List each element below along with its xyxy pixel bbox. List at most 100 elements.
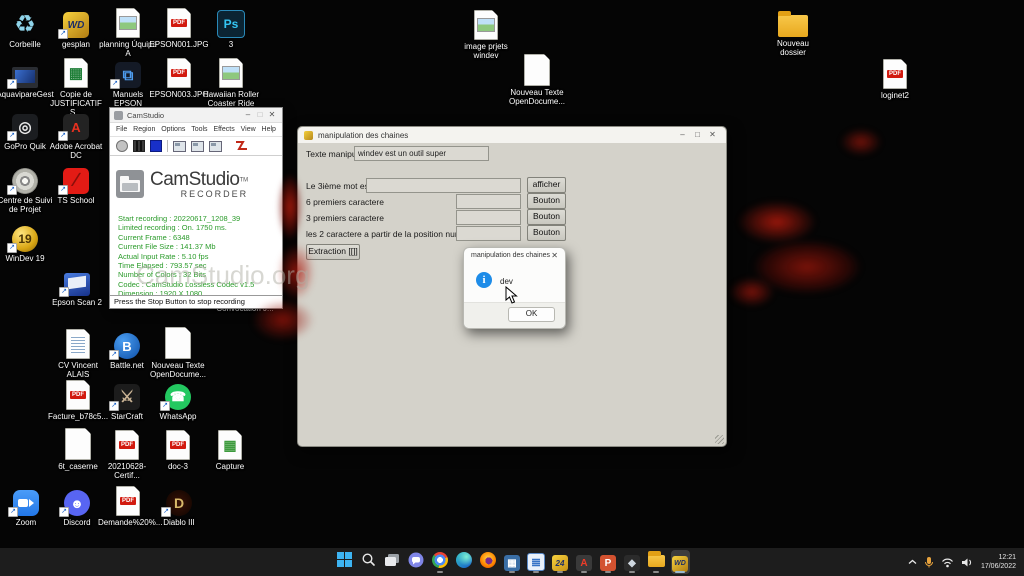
- desktop-icon-nouveau-texte-opendocume[interactable]: Nouveau Texte OpenDocume...: [507, 54, 567, 106]
- bouton-button-1[interactable]: Bouton: [527, 193, 566, 209]
- camstudio-app-icon: [114, 111, 123, 120]
- taskbar-chat-button[interactable]: [407, 550, 426, 574]
- stat-line: Actual Input Rate : 5.10 fps: [118, 252, 282, 261]
- taskbar-photos-button[interactable]: ◆: [623, 550, 642, 574]
- taskbar: ▦ ≣ 24 AP ◆ WD 12:21 17/06/2022: [0, 548, 1024, 576]
- windev-app-icon: WD: [46, 6, 106, 38]
- text-field-1[interactable]: [366, 178, 521, 193]
- close-icon[interactable]: ✕: [551, 251, 558, 260]
- maximize-button[interactable]: □: [254, 109, 266, 121]
- desktop-icon-windev-19[interactable]: 19WinDev 19: [0, 220, 55, 263]
- close-button[interactable]: ✕: [266, 109, 278, 121]
- camstudio-menubar: File Region Options Tools Effects View Help: [110, 123, 282, 137]
- annotation-icon[interactable]: [235, 140, 248, 153]
- close-button[interactable]: ✕: [705, 129, 720, 141]
- taskbar-start-button[interactable]: [335, 550, 354, 574]
- fullscreen-icon[interactable]: [209, 141, 222, 152]
- windev24-icon: 24: [552, 553, 568, 572]
- extraction-button[interactable]: Extraction [[]]: [306, 244, 360, 260]
- odt-doc-icon: [507, 54, 567, 86]
- taskbar-firefox-button[interactable]: [479, 550, 498, 574]
- desktop-icon-capture[interactable]: ▦Capture: [200, 428, 260, 471]
- minimize-button[interactable]: –: [242, 109, 254, 121]
- menu-file[interactable]: File: [116, 126, 127, 133]
- desktop-icon-3[interactable]: Ps 3: [201, 6, 261, 49]
- taskbar-search-button[interactable]: [359, 550, 378, 574]
- menu-view[interactable]: View: [241, 126, 256, 133]
- text-field-4[interactable]: [456, 226, 521, 241]
- menu-tools[interactable]: Tools: [191, 126, 207, 133]
- taskbar-clock[interactable]: 12:21 17/06/2022: [981, 553, 1016, 571]
- running-indicator: [629, 571, 635, 573]
- maximize-button[interactable]: □: [690, 129, 705, 141]
- desktop-icon-diablo-iii[interactable]: DDiablo III: [149, 484, 209, 527]
- photos-icon: ◆: [624, 553, 640, 572]
- microphone-in-use-icon[interactable]: [924, 556, 934, 568]
- taskbar-notepad-button[interactable]: ≣: [527, 550, 546, 574]
- photoshop-file-icon: Ps: [201, 6, 261, 38]
- scanner-icon: [47, 264, 107, 296]
- minimize-button[interactable]: –: [675, 129, 690, 141]
- desktop-icon-doc-3[interactable]: PDFdoc-3: [148, 428, 208, 471]
- pdf-file-icon: PDF: [148, 428, 208, 460]
- bouton-button-2[interactable]: Bouton: [527, 209, 566, 225]
- desktop-icon-whatsapp[interactable]: ☎WhatsApp: [148, 378, 208, 421]
- desktop-icon-epson001-jpg[interactable]: PDFEPSON001.JPG: [149, 6, 209, 49]
- taskbar-edge-button[interactable]: [455, 550, 474, 574]
- desktop-icon-nouveau-dossier[interactable]: Nouveau dossier: [763, 5, 823, 57]
- taskbar-explorer-button[interactable]: [647, 550, 666, 574]
- desktop-icon-label: Diablo III: [149, 518, 209, 527]
- taskbar-windev24-button[interactable]: 24: [551, 550, 570, 574]
- record-icon[interactable]: [116, 140, 128, 152]
- desktop-icon-adobe-acrobat-dc[interactable]: AAdobe Acrobat DC: [46, 108, 106, 160]
- menu-region[interactable]: Region: [133, 126, 155, 133]
- text-field-3[interactable]: [456, 210, 521, 225]
- taskbar-acrobat-button[interactable]: A: [575, 550, 594, 574]
- acrobat-icon: A: [576, 553, 592, 572]
- app-titlebar[interactable]: manipulation des chaines – □ ✕: [298, 127, 726, 143]
- menu-help[interactable]: Help: [262, 126, 276, 133]
- taskbar-calculator-button[interactable]: ▦: [503, 550, 522, 574]
- running-indicator: [605, 571, 611, 573]
- text-field-2[interactable]: [456, 194, 521, 209]
- stop-icon[interactable]: [150, 140, 162, 152]
- menu-options[interactable]: Options: [161, 126, 185, 133]
- notepad-icon: ≣: [527, 553, 545, 571]
- taskbar-windev-app-button[interactable]: WD: [671, 550, 690, 574]
- app-icon: [304, 131, 313, 140]
- desktop-icon-gesplan[interactable]: WDgesplan: [46, 6, 106, 49]
- tray-chevron-up-icon[interactable]: [908, 559, 917, 565]
- desktop-icon-epson-scan-2[interactable]: Epson Scan 2: [47, 264, 107, 307]
- desktop-icon-loginet2[interactable]: PDFloginet2: [865, 57, 925, 100]
- desktop-icon-ts-school[interactable]: ∕TS School: [46, 162, 106, 205]
- fixed-region-icon[interactable]: [191, 141, 204, 152]
- desktop-icon-nouveau-texte-opendocume[interactable]: Nouveau Texte OpenDocume...: [148, 327, 208, 379]
- texte-manipule-field[interactable]: windev est un outil super: [354, 146, 489, 161]
- pause-icon[interactable]: [133, 140, 145, 152]
- desktop-icon-hawaiian-roller-coaster-ride[interactable]: Hawaiian Roller Coaster Ride: [201, 56, 261, 108]
- wifi-icon[interactable]: [941, 557, 954, 568]
- pdf-file-icon: PDF: [149, 6, 209, 38]
- taskbar-task-view-button[interactable]: [383, 550, 402, 574]
- odt-doc-icon: [148, 327, 208, 359]
- taskbar-powerpoint-button[interactable]: P: [599, 550, 618, 574]
- afficher-button[interactable]: afficher: [527, 177, 566, 193]
- desktop-icon-image-prjets-windev[interactable]: image prjets windev: [456, 8, 516, 60]
- field-label: 6 premiers caractere: [306, 197, 384, 207]
- camstudio-titlebar[interactable]: CamStudio – □ ✕: [110, 108, 282, 123]
- info-icon: i: [476, 272, 492, 288]
- bouton-button-3[interactable]: Bouton: [527, 225, 566, 241]
- menu-effects[interactable]: Effects: [213, 126, 234, 133]
- camstudio-toolbar: [110, 137, 282, 156]
- dialog-titlebar[interactable]: manipulation des chaines ✕: [464, 248, 565, 262]
- speaker-icon[interactable]: [961, 557, 974, 568]
- explorer-icon: [648, 552, 665, 572]
- desktop-icon-epson003-jpg[interactable]: PDFEPSON003.JPG: [149, 56, 209, 99]
- region-icon[interactable]: [173, 141, 186, 152]
- edge-icon: [456, 552, 472, 573]
- resize-grip[interactable]: [715, 435, 724, 444]
- desktop-icon-label: Nouveau Texte OpenDocume...: [507, 88, 567, 106]
- desktop-icon-label: 3: [201, 40, 261, 49]
- taskbar-chrome-button[interactable]: [431, 550, 450, 574]
- dialog-message: dev: [500, 277, 513, 286]
